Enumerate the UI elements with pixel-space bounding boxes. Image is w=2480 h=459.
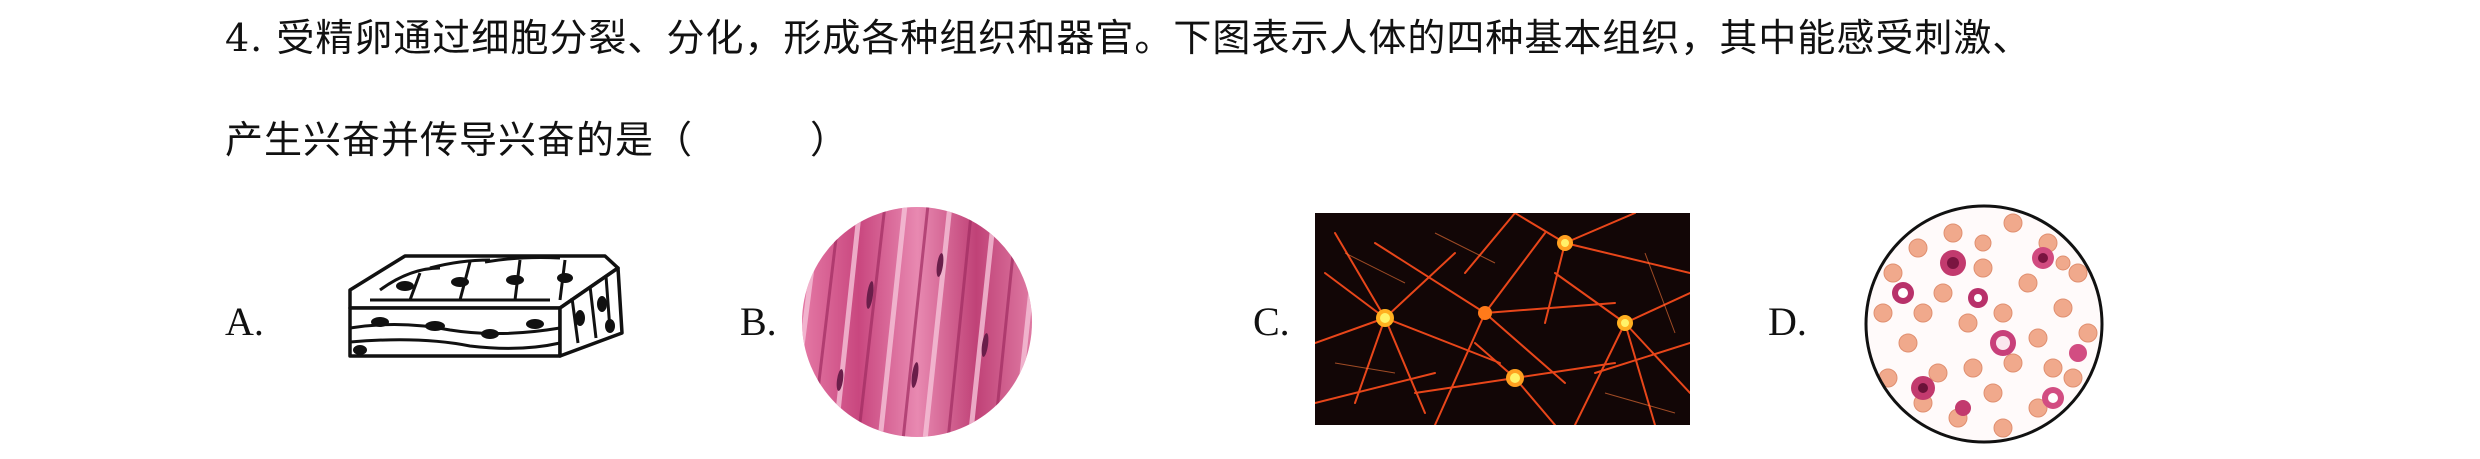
muscle-tissue-image[interactable]	[800, 205, 1035, 440]
option-b-label[interactable]: B.	[740, 298, 777, 346]
blood-smear-image[interactable]	[1863, 203, 2105, 445]
question-line-1: 4. 受精卵通过细胞分裂、分化，形成各种组织和器官。下图表示人体的四种基本组织，…	[225, 16, 2032, 60]
epithelial-tissue-image[interactable]	[310, 238, 640, 388]
option-d-label[interactable]: D.	[1768, 298, 1807, 346]
question-line-2: 产生兴奋并传导兴奋的是（ ）	[225, 118, 850, 162]
nerve-tissue-image[interactable]	[1315, 213, 1690, 425]
option-a-label[interactable]: A.	[225, 298, 264, 346]
option-c-label[interactable]: C.	[1253, 298, 1290, 346]
